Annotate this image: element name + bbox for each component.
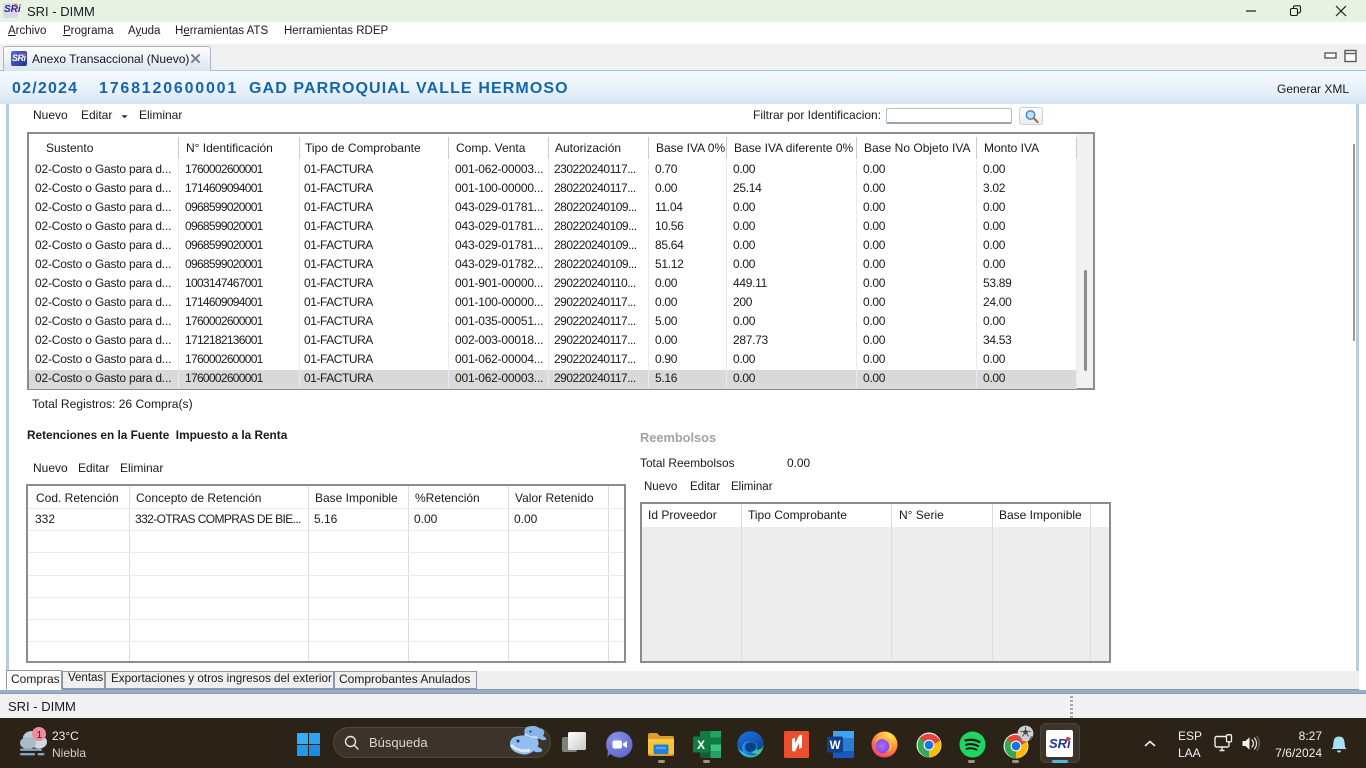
- svg-text:X: X: [697, 738, 705, 752]
- svg-text:W: W: [830, 740, 841, 752]
